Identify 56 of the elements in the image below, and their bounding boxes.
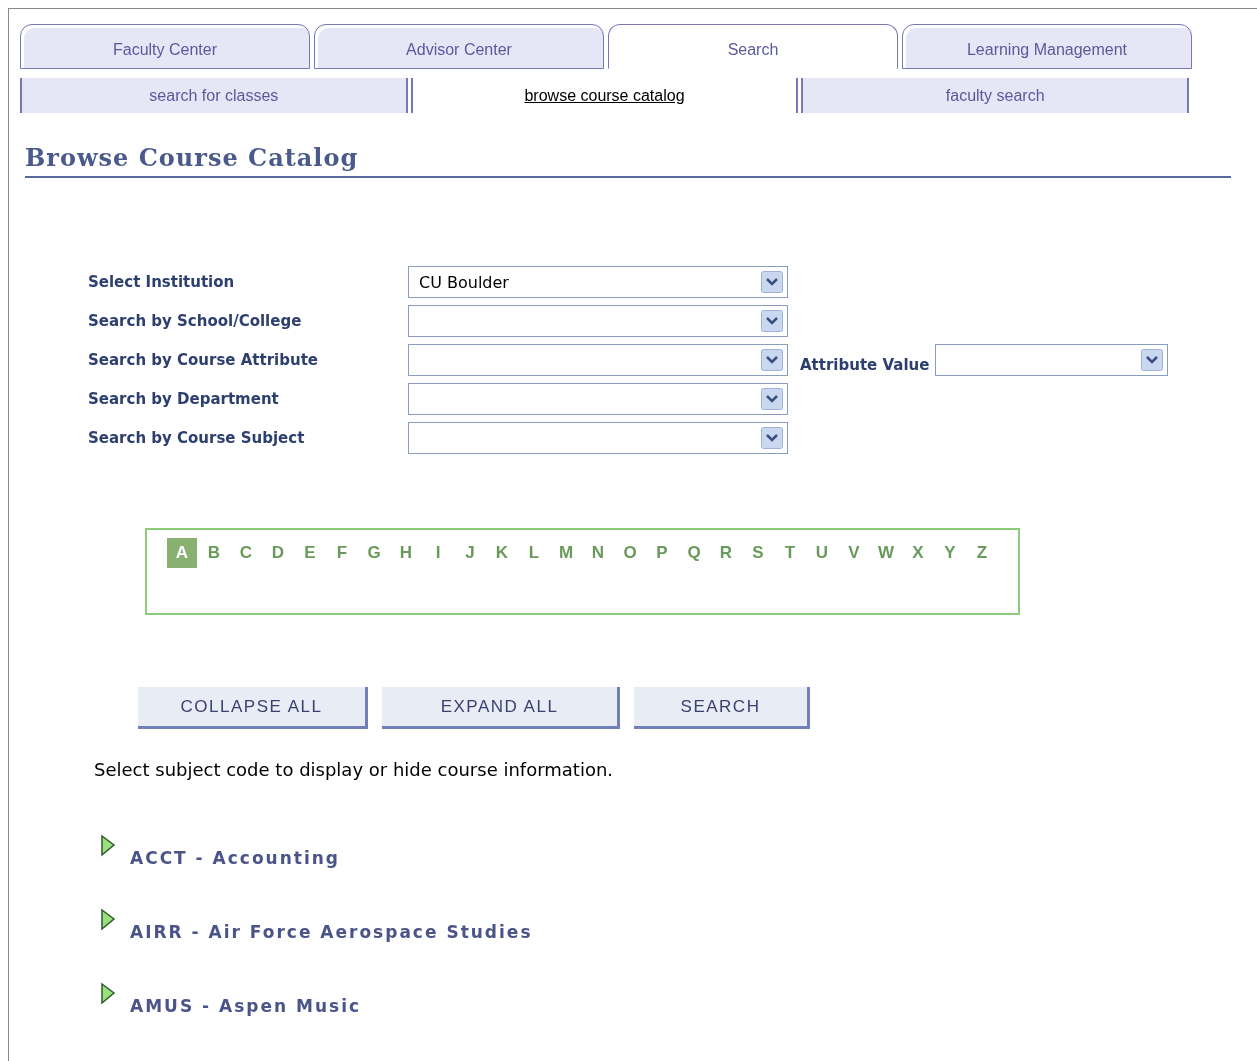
action-button[interactable]: EXPAND ALL	[382, 687, 620, 729]
dropdown[interactable]	[408, 344, 788, 376]
dropdown[interactable]	[408, 305, 788, 337]
subject-link[interactable]: AMUS - Aspen Music	[130, 996, 362, 1016]
letter-link[interactable]: Z	[967, 538, 997, 568]
dropdown[interactable]: CU Boulder	[408, 266, 788, 298]
subject-link[interactable]: AIRR - Air Force Aerospace Studies	[130, 922, 533, 942]
letter-link[interactable]: M	[551, 538, 581, 568]
field-label: Select Institution	[88, 273, 236, 291]
letter-link[interactable]: U	[807, 538, 837, 568]
expand-triangle-icon[interactable]	[100, 834, 116, 858]
letter-link[interactable]: Y	[935, 538, 965, 568]
field-label: Attribute Value	[800, 355, 930, 374]
letter-link[interactable]: N	[583, 538, 613, 568]
letter-link[interactable]: G	[359, 538, 389, 568]
letter-link[interactable]: I	[423, 538, 453, 568]
subtab[interactable]: faculty search	[801, 78, 1189, 113]
letter-link[interactable]: O	[615, 538, 645, 568]
letter-link[interactable]: P	[647, 538, 677, 568]
letter-link[interactable]: J	[455, 538, 485, 568]
tab[interactable]: Advisor Center	[314, 24, 604, 69]
letter-link[interactable]: T	[775, 538, 805, 568]
letter-link[interactable]: L	[519, 538, 549, 568]
subtab[interactable]: search for classes	[20, 78, 408, 113]
expand-triangle-icon[interactable]	[100, 908, 116, 932]
letter-link[interactable]: S	[743, 538, 773, 568]
letter-link[interactable]: A	[167, 538, 197, 568]
field-label: Search by Department	[88, 390, 280, 408]
tab[interactable]: Learning Management	[902, 24, 1192, 69]
expand-triangle-icon[interactable]	[100, 982, 116, 1006]
subject-link[interactable]: ACCT - Accounting	[130, 848, 341, 868]
letter-link[interactable]: H	[391, 538, 421, 568]
letter-link[interactable]: V	[839, 538, 869, 568]
letter-link[interactable]: B	[199, 538, 229, 568]
tab[interactable]: Faculty Center	[20, 24, 310, 69]
dropdown[interactable]	[408, 422, 788, 454]
letter-link[interactable]: R	[711, 538, 741, 568]
letter-link[interactable]: D	[263, 538, 293, 568]
letter-link[interactable]: Q	[679, 538, 709, 568]
subtab[interactable]: browse course catalog	[410, 78, 799, 113]
dropdown[interactable]	[935, 344, 1169, 376]
letter-link[interactable]: X	[903, 538, 933, 568]
letter-link[interactable]: F	[327, 538, 357, 568]
tab[interactable]: Search	[608, 24, 898, 69]
field-label: Search by School/College	[88, 312, 303, 330]
dropdown[interactable]	[408, 383, 788, 415]
page-title: Browse Course Catalog	[25, 143, 1231, 178]
letter-link[interactable]: E	[295, 538, 325, 568]
instruction-text: Select subject code to display or hide course information.	[94, 759, 615, 780]
field-label: Search by Course Subject	[88, 429, 306, 447]
letter-link[interactable]: K	[487, 538, 517, 568]
letter-link[interactable]: C	[231, 538, 261, 568]
letter-link[interactable]: W	[871, 538, 901, 568]
action-button[interactable]: SEARCH	[634, 687, 810, 729]
action-button[interactable]: COLLAPSE ALL	[138, 687, 368, 729]
field-label: Search by Course Attribute	[88, 351, 319, 369]
